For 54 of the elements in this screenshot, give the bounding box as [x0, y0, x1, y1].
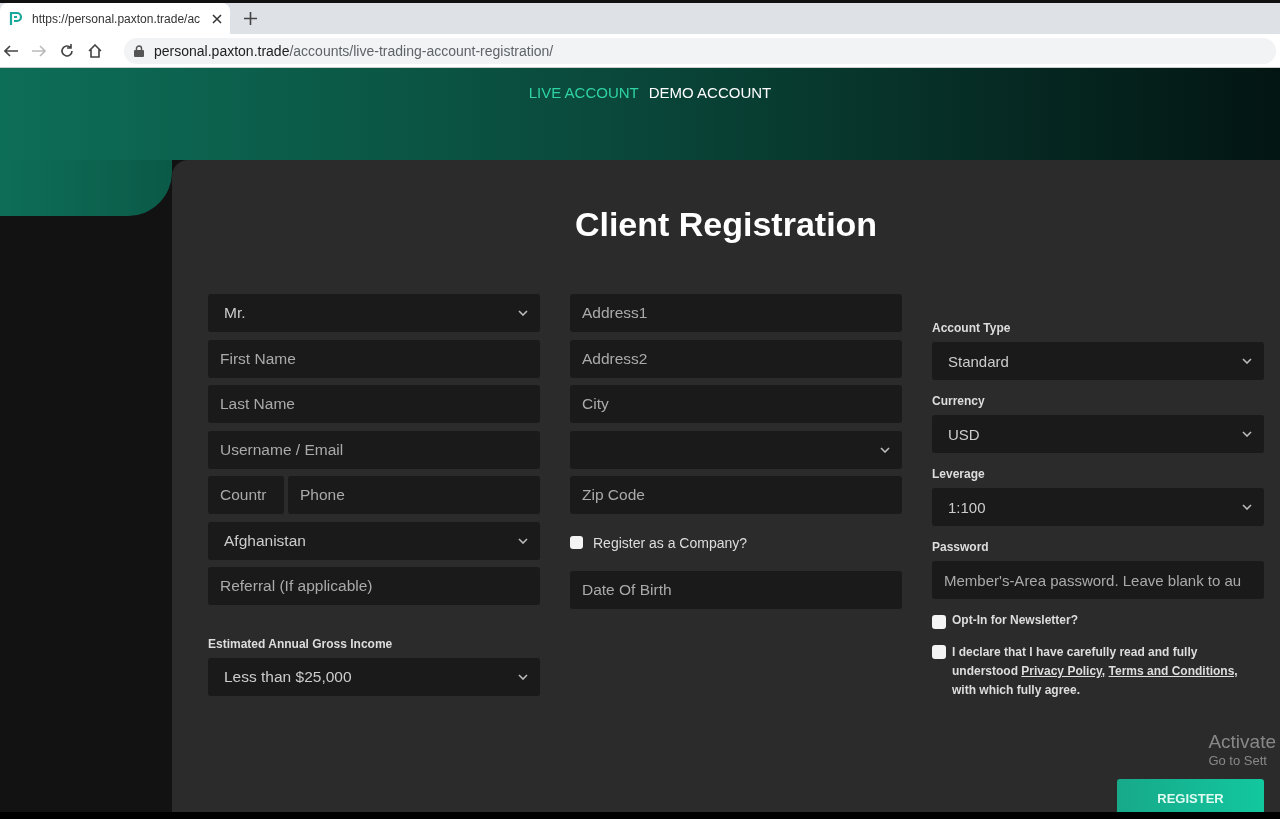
dropdown[interactable]: USD: [932, 415, 1264, 453]
activation-notice: Activate: [1208, 731, 1276, 753]
dropdown[interactable]: Less than $25,000: [208, 657, 540, 696]
chevron-down-icon: [1242, 358, 1252, 364]
close-icon[interactable]: [212, 13, 222, 24]
chevron-down-icon: [518, 673, 528, 680]
text-field[interactable]: Zip Code: [570, 476, 902, 514]
field-label: Currency: [932, 394, 986, 408]
back-arrow-icon[interactable]: [4, 44, 18, 57]
home-icon[interactable]: [88, 43, 102, 58]
checkbox[interactable]: [932, 615, 946, 629]
lock-icon: [134, 44, 144, 57]
field-label: Leverage: [932, 467, 986, 481]
text-field[interactable]: Last Name: [208, 385, 540, 423]
text-field[interactable]: City: [570, 385, 902, 423]
checkbox[interactable]: [932, 645, 946, 659]
dropdown[interactable]: Afghanistan: [208, 521, 540, 560]
dropdown[interactable]: 1:100: [932, 488, 1264, 526]
activation-notice: Go to Sett: [1208, 753, 1268, 768]
browser-tab[interactable]: https://personal.paxton.trade/ac: [0, 3, 230, 34]
nav-link[interactable]: LIVE ACCOUNT: [528, 84, 639, 102]
page-title: Client Registration: [573, 204, 879, 244]
text-field[interactable]: Username / Email: [208, 430, 540, 469]
chevron-down-icon: [1242, 431, 1252, 437]
chevron-down-icon: [518, 310, 528, 316]
field-label: Estimated Annual Gross Income: [208, 636, 394, 651]
text-field[interactable]: Referral (If applicable): [208, 567, 540, 605]
chevron-down-icon: [518, 537, 528, 544]
tab-title: https://personal.paxton.trade/ac: [32, 11, 202, 26]
reload-icon[interactable]: [60, 43, 74, 58]
dropdown[interactable]: Mr.: [208, 294, 540, 332]
password-field[interactable]: Member's-Area password. Leave blank to au: [932, 561, 1264, 599]
text-field[interactable]: Address2: [570, 339, 902, 378]
text-field[interactable]: Date Of Birth: [570, 571, 902, 609]
checkbox[interactable]: [570, 536, 583, 549]
checkbox-label: Opt-In for Newsletter?: [952, 613, 1078, 627]
chevron-down-icon: [880, 446, 890, 453]
text-field[interactable]: Address1: [570, 294, 902, 332]
nav-link[interactable]: DEMO ACCOUNT: [648, 84, 772, 102]
chevron-down-icon: [1242, 504, 1252, 510]
text-field[interactable]: Phone: [288, 476, 540, 514]
field-label: Account Type: [932, 321, 1012, 335]
text-field[interactable]: Countr: [208, 476, 284, 514]
url-text: personal.paxton.trade/accounts/live-trading-account-registration/: [154, 42, 554, 59]
dropdown[interactable]: Standard: [932, 342, 1264, 380]
policy-link[interactable]: Privacy Policy,: [1021, 664, 1106, 678]
declaration-text: I declare that I have carefully read and fully understood Privacy Policy, Terms and Conditions, with which fully agree.: [952, 644, 1239, 699]
checkbox-label: Register as a Company?: [593, 534, 748, 551]
address-bar[interactable]: personal.paxton.trade/accounts/live-trading-account-registration/: [124, 37, 1276, 64]
text-field[interactable]: First Name: [208, 339, 540, 378]
site-logo-icon: [8, 10, 24, 27]
field-label: Password: [932, 540, 990, 554]
policy-link[interactable]: Terms and Conditions,: [1108, 664, 1238, 678]
new-tab-icon[interactable]: [244, 12, 257, 25]
